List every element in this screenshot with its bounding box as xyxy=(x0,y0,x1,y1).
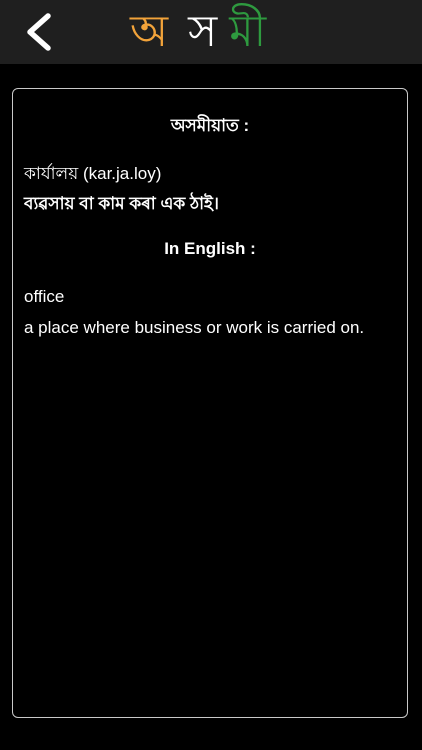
assamese-heading: অসমীয়াত : xyxy=(170,116,250,135)
app-title: অ স মী xyxy=(130,2,266,62)
title-letter-1: অ xyxy=(130,6,169,57)
top-bar: অ স মী xyxy=(0,0,422,64)
title-letter-3: মী xyxy=(229,6,267,57)
assamese-meaning: ব্যৱসায় বা কাম কৰা এক ঠাই। xyxy=(24,194,219,213)
english-meaning: a place where business or work is carrie… xyxy=(24,318,365,337)
english-heading: In English : xyxy=(164,239,256,258)
definition-card: অসমীয়াত : কাৰ্যালয় (kar.ja.loy) ব্যৱসা… xyxy=(12,88,408,718)
chevron-left-icon xyxy=(27,13,51,51)
assamese-word: কাৰ্যালয় (kar.ja.loy) xyxy=(24,164,162,183)
english-word: office xyxy=(24,287,65,306)
title-letter-2: স xyxy=(188,6,218,57)
back-button[interactable] xyxy=(18,8,64,56)
